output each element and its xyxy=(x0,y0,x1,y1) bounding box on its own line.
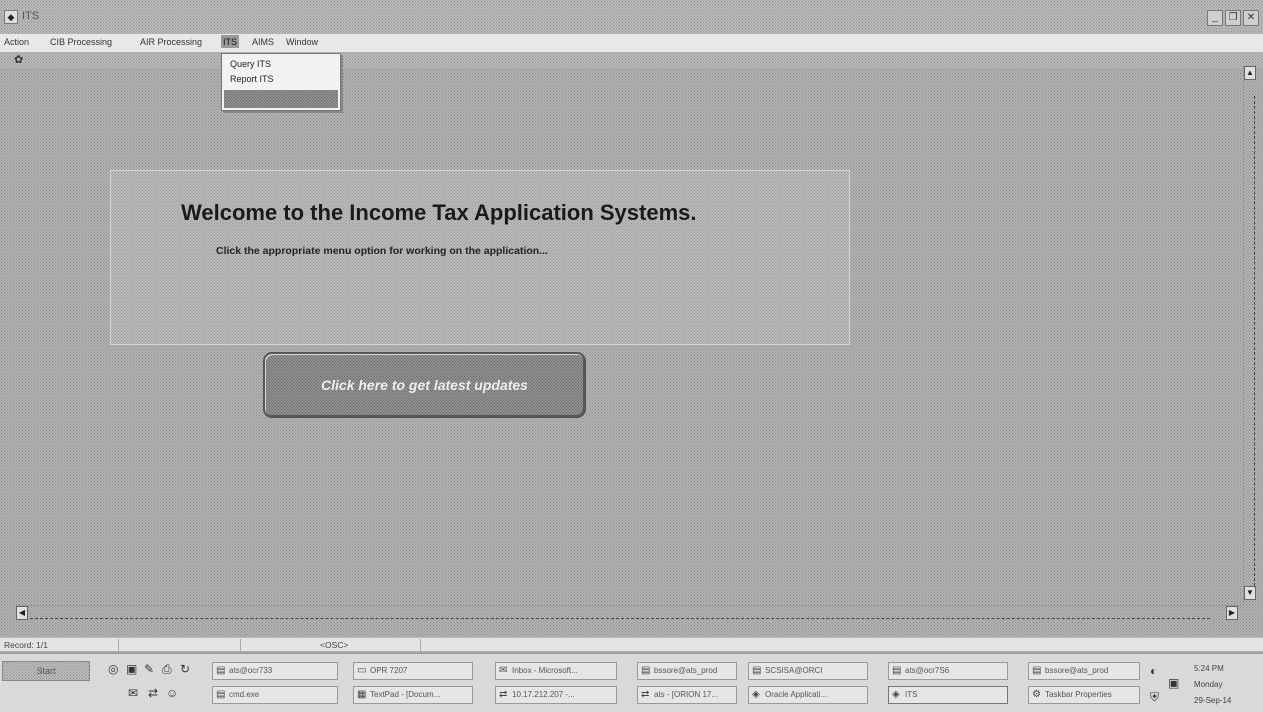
start-button[interactable]: Start xyxy=(2,661,90,681)
taskbar-button-label: bssore@ats_prod xyxy=(1045,666,1109,675)
terminal-icon: ▤ xyxy=(1032,665,1042,676)
quicklaunch-printer-icon[interactable]: ⎙ xyxy=(162,662,172,677)
status-record: Record: 1/1 xyxy=(4,640,48,650)
tray-network-icon[interactable]: ▣ xyxy=(1168,676,1179,690)
tray-volume-icon[interactable]: ◐ xyxy=(1150,664,1157,678)
taskbar-button[interactable]: ⇄ ats - [ORION 17... xyxy=(637,686,737,704)
taskbar-button[interactable]: ⚙ Taskbar Properties xyxy=(1028,686,1140,704)
app-icon: ◈ xyxy=(752,689,760,700)
clock[interactable]: 5:24 PM Monday 29-Sep-14 xyxy=(1186,658,1262,712)
clock-time: 5:24 PM xyxy=(1194,664,1224,673)
window-title: ITS xyxy=(22,10,40,22)
taskbar-button-label: ITS xyxy=(905,690,918,699)
quicklaunch-mail-icon[interactable]: ✉ xyxy=(128,686,138,700)
menu-action[interactable]: Action xyxy=(4,37,29,47)
status-bar: Record: 1/1 <OSC> xyxy=(0,637,1263,651)
app-icon: ◈ xyxy=(892,689,900,700)
clock-date: 29-Sep-14 xyxy=(1194,696,1232,705)
quicklaunch-refresh-icon[interactable]: ↻ xyxy=(180,662,190,676)
quicklaunch-network-icon[interactable]: ⇄ xyxy=(148,686,158,700)
taskbar-button[interactable]: ◈ Oracle Applicati... xyxy=(748,686,868,704)
dropdown-shade xyxy=(224,90,338,108)
taskbar-button[interactable]: ▤ cmd.exe xyxy=(212,686,338,704)
taskbar-button[interactable]: ⇄ 10.17.212.207 -... xyxy=(495,686,617,704)
taskbar-button[interactable]: ▤ ats@ocr733 xyxy=(212,662,338,680)
taskbar-button[interactable]: ▭ OPR 7207 xyxy=(353,662,473,680)
menu-aims[interactable]: AIMS xyxy=(252,37,274,47)
its-menu-dropdown: Query ITS Report ITS xyxy=(221,53,341,111)
taskbar-button[interactable]: ✉ Inbox - Microsoft... xyxy=(495,662,617,680)
scroll-right-icon[interactable]: ▶ xyxy=(1226,606,1238,620)
network-icon: ⇄ xyxy=(641,689,650,700)
menu-its[interactable]: ITS xyxy=(221,35,240,48)
vertical-scroll-track[interactable] xyxy=(1245,96,1255,586)
clock-day: Monday xyxy=(1194,680,1223,689)
welcome-subtitle: Click the appropriate menu option for wo… xyxy=(216,245,548,257)
welcome-panel xyxy=(110,170,850,345)
toolbar-tool-icon[interactable]: ✿ xyxy=(14,54,28,66)
terminal-icon: ▤ xyxy=(216,689,226,700)
taskbar-button-label: 10.17.212.207 -... xyxy=(512,690,575,699)
status-divider xyxy=(118,639,119,651)
quicklaunch-globe-icon[interactable]: ◎ xyxy=(108,662,118,676)
restore-button[interactable]: ❐ xyxy=(1225,10,1241,26)
vertical-scrollbar[interactable]: ▲ ▼ xyxy=(1243,66,1256,606)
taskbar-button[interactable]: ▤ SCSISA@ORCI xyxy=(748,662,868,680)
welcome-title: Welcome to the Income Tax Application Sy… xyxy=(181,200,697,225)
taskbar-button-label: TextPad - [Docum... xyxy=(370,690,441,699)
terminal-icon: ▤ xyxy=(892,665,902,676)
network-icon: ⇄ xyxy=(499,689,508,700)
horizontal-scrollbar[interactable]: ◀ ▶ xyxy=(16,605,1244,620)
quicklaunch-user-icon[interactable]: ☺ xyxy=(166,686,178,700)
status-divider xyxy=(240,639,241,651)
taskbar-button-active[interactable]: ◈ ITS xyxy=(888,686,1008,704)
taskbar-button-label: cmd.exe xyxy=(229,690,260,699)
document-icon: ▦ xyxy=(357,689,367,700)
scroll-down-icon[interactable]: ▼ xyxy=(1244,586,1256,600)
terminal-icon: ▤ xyxy=(641,665,651,676)
minimize-button[interactable]: _ xyxy=(1207,10,1223,26)
taskbar-button-label: bssore@ats_prod xyxy=(654,666,718,675)
latest-updates-button[interactable]: Click here to get latest updates xyxy=(263,352,586,418)
title-bar: ◆ ITS _ ❐ ✕ xyxy=(0,0,1263,34)
status-divider xyxy=(420,639,421,651)
taskbar-button[interactable]: ▦ TextPad - [Docum... xyxy=(353,686,473,704)
taskbar-button[interactable]: ▤ bssore@ats_prod xyxy=(637,662,737,680)
taskbar-button[interactable]: ▤ ats@ocr7S6 xyxy=(888,662,1008,680)
taskbar-button-label: SCSISA@ORCI xyxy=(765,666,823,675)
menu-item-report-its[interactable]: Report ITS xyxy=(230,74,274,84)
taskbar-button-label: OPR 7207 xyxy=(370,666,408,675)
taskbar-button-label: Taskbar Properties xyxy=(1045,690,1112,699)
taskbar-button-label: ats@ocr7S6 xyxy=(905,666,950,675)
quicklaunch-desktop-icon[interactable]: ▣ xyxy=(126,662,137,676)
close-button[interactable]: ✕ xyxy=(1243,10,1259,26)
menu-air-processing[interactable]: AIR Processing xyxy=(140,37,202,47)
folder-icon: ▭ xyxy=(357,665,367,676)
status-mode: <OSC> xyxy=(320,640,349,650)
mail-icon: ✉ xyxy=(499,665,508,676)
scroll-left-icon[interactable]: ◀ xyxy=(16,606,28,620)
gear-icon: ⚙ xyxy=(1032,689,1041,700)
app-icon: ◆ xyxy=(4,10,18,24)
taskbar: Start ◎ ▣ ✎ ⎙ ↻ ✉ ⇄ ☺ ▤ ats@ocr733 ▭ OPR 7… xyxy=(0,653,1263,712)
horizontal-scroll-track[interactable] xyxy=(30,618,1210,619)
menu-item-query-its[interactable]: Query ITS xyxy=(230,59,271,69)
taskbar-button-label: ats@ocr733 xyxy=(229,666,273,675)
menu-bar: Action CIB Processing AIR Processing ITS… xyxy=(0,34,1263,52)
taskbar-button-label: Oracle Applicati... xyxy=(765,690,828,699)
menu-cib-processing[interactable]: CIB Processing xyxy=(50,37,112,47)
terminal-icon: ▤ xyxy=(216,665,226,676)
taskbar-button-label: ats - [ORION 17... xyxy=(654,690,719,699)
quicklaunch-tool-icon[interactable]: ✎ xyxy=(144,662,154,676)
taskbar-button[interactable]: ▤ bssore@ats_prod xyxy=(1028,662,1140,680)
terminal-icon: ▤ xyxy=(752,665,762,676)
tray-shield-icon[interactable]: ⛨ xyxy=(1150,690,1159,705)
scroll-up-icon[interactable]: ▲ xyxy=(1244,66,1256,80)
taskbar-button-label: Inbox - Microsoft... xyxy=(512,666,578,675)
menu-window[interactable]: Window xyxy=(286,37,318,47)
